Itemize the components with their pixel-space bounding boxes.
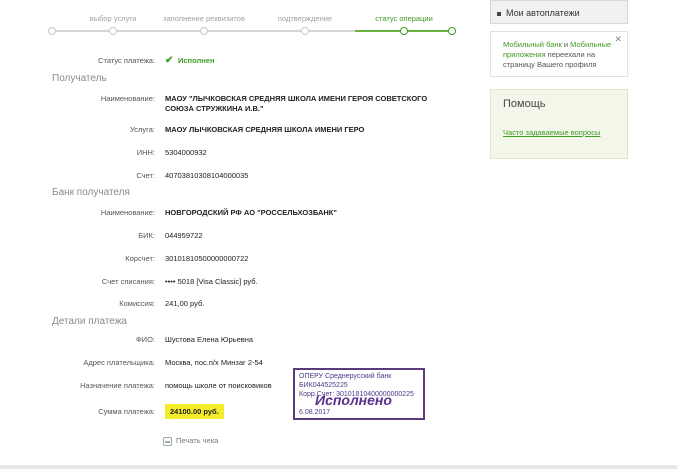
fee-label: Комиссия: <box>119 299 155 308</box>
section-details-title: Детали платежа <box>52 316 127 327</box>
fio-label: ФИО: <box>135 335 155 344</box>
debit-account-label: Счет списания: <box>101 277 155 286</box>
section-recipient-title: Получатель <box>52 73 107 84</box>
step-dot <box>109 27 117 35</box>
progress-steps: выбор услуги заполнение реквизитов подтв… <box>48 14 456 44</box>
payer-address-label: Адрес плательщика: <box>83 358 155 367</box>
stamp-date: 6.08.2017 <box>299 409 331 416</box>
bank-name-value: НОВГОРОДСКИЙ РФ АО "РОССЕЛЬХОЗБАНК" <box>165 208 337 217</box>
fio-value: Шустова Елена Юрьевна <box>165 335 254 344</box>
close-icon[interactable]: ✕ <box>614 34 622 44</box>
bank-stamp: ОПЕРУ Среднерусский банк БИК044525225 Ко… <box>293 368 425 420</box>
step-label: заполнение реквизитов <box>163 14 245 23</box>
payment-purpose-label: Назначение платежа: <box>80 381 155 390</box>
moved-notice: ✕ Мобильный банк и Мобильные приложения … <box>490 31 628 77</box>
bank-name-label: Наименование: <box>100 208 155 217</box>
fee-value: 241,00 руб. <box>165 299 205 308</box>
payment-amount-label: Сумма платежа: <box>98 407 155 416</box>
payment-purpose-value: помощь школе от поисковиков <box>165 381 272 390</box>
account-value: 40703810308104000035 <box>165 171 249 180</box>
bik-value: 044959722 <box>165 231 203 240</box>
bottom-bar <box>0 465 677 469</box>
notice-and-text: и <box>561 40 571 49</box>
mobile-bank-link[interactable]: Мобильный банк <box>503 40 562 49</box>
payer-address-value: Москва, пос.п/х Минзаг 2-54 <box>165 358 263 367</box>
step-start-dot <box>48 27 56 35</box>
step-dot <box>301 27 309 35</box>
corr-account-label: Корсчет: <box>125 254 155 263</box>
payment-status-value: Исполнен <box>178 56 215 65</box>
payment-status-label: Статус платежа: <box>98 56 155 65</box>
recipient-name-line1: МАОУ "ЛЫЧКОВСКАЯ СРЕДНЯЯ ШКОЛА ИМЕНИ ГЕР… <box>165 94 428 103</box>
print-receipt-label: Печать чека <box>176 436 219 445</box>
bik-label: БИК: <box>138 231 155 240</box>
debit-account-value: •••• 5018 [Visa Classic] руб. <box>165 277 258 286</box>
recipient-name-label: Наименование: <box>100 94 155 103</box>
step-label: выбор услуги <box>89 14 137 23</box>
corr-account-value: 30101810500000000722 <box>165 254 249 263</box>
account-label: Счет: <box>136 171 155 180</box>
step-dot <box>200 27 208 35</box>
inn-value: 5304000932 <box>165 148 207 157</box>
faq-link[interactable]: Часто задаваемые вопросы <box>503 128 615 138</box>
printer-icon <box>163 436 172 446</box>
service-value: МАОУ ЛЫЧКОВСКАЯ СРЕДНЯЯ ШКОЛА ИМЕНИ ГЕРО <box>165 125 365 134</box>
my-autopayments-label: Мои автоплатежи <box>506 8 580 18</box>
my-autopayments-link[interactable]: Мои автоплатежи <box>490 0 628 24</box>
step-confirmation: подтверждение <box>255 14 355 35</box>
help-title: Помощь <box>503 98 546 110</box>
service-label: Услуга: <box>130 125 155 134</box>
checkmark-icon: ✔ <box>165 55 174 66</box>
print-receipt-link[interactable]: Печать чека <box>163 436 218 446</box>
step-choose-service: выбор услуги <box>63 14 163 35</box>
step-operation-status: статус операции <box>354 14 454 35</box>
stamp-line-bank: ОПЕРУ Среднерусский банк <box>299 373 392 380</box>
section-bank-title: Банк получателя <box>52 187 130 198</box>
recipient-name-line2: СОЮЗА СТРУЖКИНА И.В." <box>165 104 264 113</box>
stamp-executed-text: Исполнено <box>315 392 392 408</box>
bullet-icon <box>497 11 501 16</box>
step-label: подтверждение <box>277 14 333 23</box>
step-end-dot <box>448 27 456 35</box>
help-panel: Помощь Часто задаваемые вопросы <box>490 89 628 159</box>
step-label: статус операции <box>375 14 433 23</box>
payment-status: ✔ Исполнен <box>165 55 214 66</box>
inn-label: ИНН: <box>136 148 155 157</box>
step-fill-details: заполнение реквизитов <box>154 14 254 35</box>
step-dot <box>400 27 408 35</box>
payment-amount-value: 24100.00 руб. <box>165 404 224 419</box>
stamp-line-bik: БИК044525225 <box>299 382 348 389</box>
